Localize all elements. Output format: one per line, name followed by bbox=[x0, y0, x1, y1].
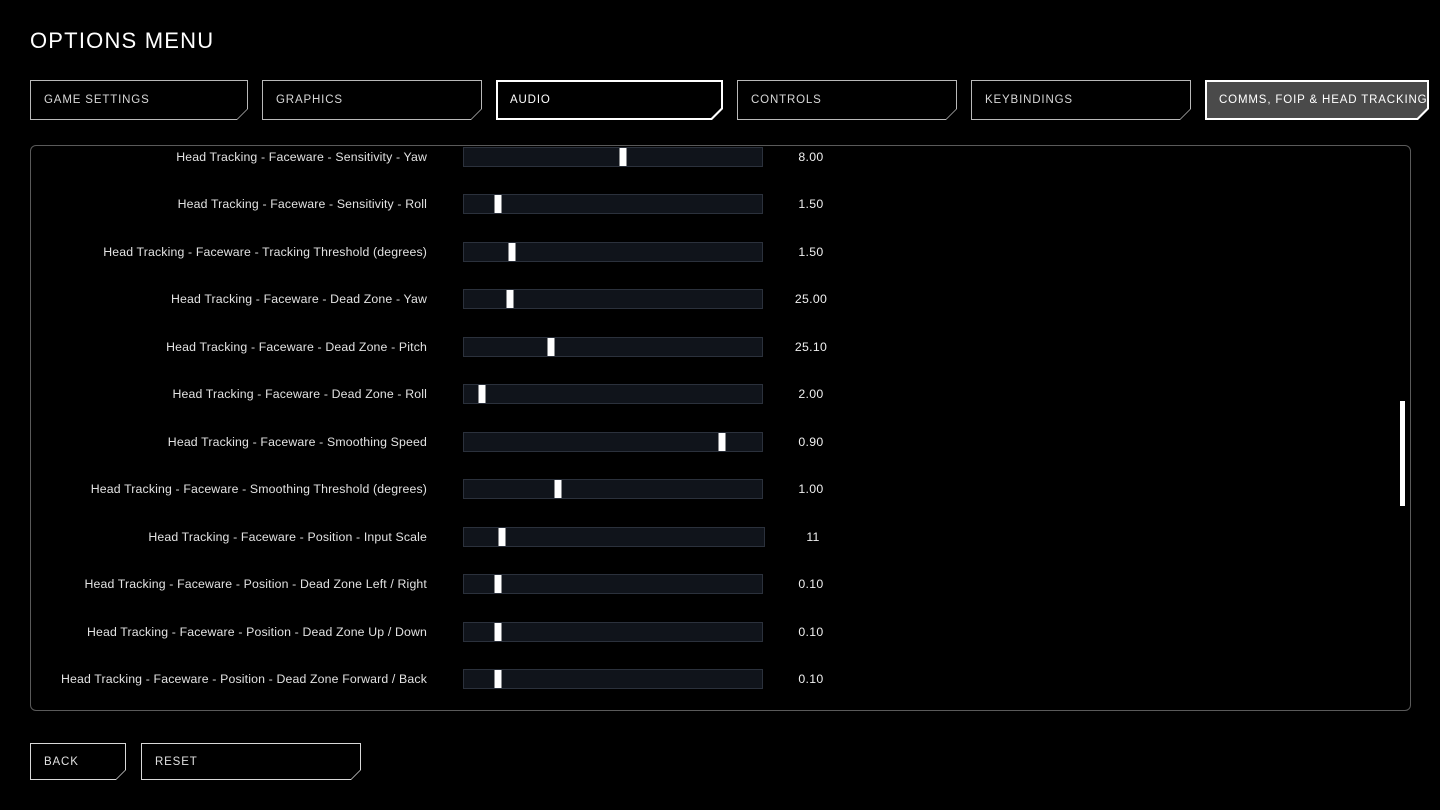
tab-audio[interactable]: AUDIO bbox=[496, 80, 723, 120]
tab-game-settings[interactable]: GAME SETTINGS bbox=[30, 80, 248, 120]
slider-control[interactable] bbox=[463, 336, 763, 357]
setting-value: 25.00 bbox=[794, 292, 828, 307]
slider-thumb[interactable] bbox=[494, 195, 502, 214]
button-label: RESET bbox=[155, 755, 198, 768]
tab-label: CONTROLS bbox=[751, 94, 822, 106]
slider-control[interactable] bbox=[463, 241, 763, 262]
setting-label: Head Tracking - Faceware - Sensitivity -… bbox=[176, 149, 427, 164]
slider-control[interactable] bbox=[463, 526, 765, 547]
back-button[interactable]: BACK bbox=[30, 743, 126, 780]
tab-label: AUDIO bbox=[510, 94, 551, 106]
slider-control[interactable] bbox=[463, 479, 763, 500]
tab-graphics[interactable]: GRAPHICS bbox=[262, 80, 482, 120]
slider-control[interactable] bbox=[463, 384, 763, 405]
setting-value: 0.10 bbox=[798, 577, 824, 592]
slider-control[interactable] bbox=[463, 574, 763, 595]
setting-value: 0.90 bbox=[798, 434, 824, 449]
setting-label: Head Tracking - Faceware - Dead Zone - P… bbox=[166, 339, 427, 354]
slider-track[interactable] bbox=[463, 431, 763, 452]
setting-row: Head Tracking - Faceware - Dead Zone - Y… bbox=[31, 276, 1410, 324]
slider-track[interactable] bbox=[463, 574, 763, 595]
setting-label: Head Tracking - Faceware - Smoothing Spe… bbox=[167, 434, 427, 449]
setting-row: Head Tracking - Faceware - Sensitivity -… bbox=[31, 146, 1410, 181]
tab-label: GAME SETTINGS bbox=[44, 94, 150, 106]
slider-track[interactable] bbox=[463, 384, 763, 405]
slider-track[interactable] bbox=[463, 669, 763, 690]
slider-control[interactable] bbox=[463, 289, 763, 310]
setting-row: Head Tracking - Faceware - Dead Zone - P… bbox=[31, 323, 1410, 371]
setting-label: Head Tracking - Faceware - Tracking Thre… bbox=[103, 244, 427, 259]
slider-track[interactable] bbox=[463, 194, 763, 215]
setting-value: 0.10 bbox=[798, 672, 824, 687]
setting-label: Head Tracking - Faceware - Position - De… bbox=[84, 577, 427, 592]
tab-label: COMMS, FOIP & HEAD TRACKING bbox=[1219, 94, 1428, 106]
setting-row: Head Tracking - Faceware - Smoothing Thr… bbox=[31, 466, 1410, 514]
slider-track[interactable] bbox=[463, 146, 763, 167]
setting-label: Head Tracking - Faceware - Smoothing Thr… bbox=[90, 482, 427, 497]
setting-value: 2.00 bbox=[798, 387, 824, 402]
setting-value: 11 bbox=[806, 529, 820, 544]
setting-value: 25.10 bbox=[794, 339, 828, 354]
setting-row: Head Tracking - Faceware - Position - De… bbox=[31, 561, 1410, 609]
tab-label: GRAPHICS bbox=[276, 94, 343, 106]
setting-label: Head Tracking - Faceware - Dead Zone - R… bbox=[172, 387, 427, 402]
slider-thumb[interactable] bbox=[547, 337, 555, 356]
slider-thumb[interactable] bbox=[554, 480, 562, 499]
slider-control[interactable] bbox=[463, 431, 763, 452]
setting-label: Head Tracking - Faceware - Dead Zone - Y… bbox=[171, 292, 427, 307]
setting-value: 1.50 bbox=[798, 197, 824, 212]
page-title: OPTIONS MENU bbox=[30, 28, 215, 53]
setting-label: Head Tracking - Faceware - Position - In… bbox=[148, 529, 427, 544]
slider-control[interactable] bbox=[463, 621, 763, 642]
reset-button[interactable]: RESET bbox=[141, 743, 361, 780]
slider-thumb[interactable] bbox=[498, 527, 505, 546]
setting-row: Head Tracking - Faceware - Smoothing Spe… bbox=[31, 418, 1410, 466]
tab-controls[interactable]: CONTROLS bbox=[737, 80, 957, 120]
slider-track[interactable] bbox=[463, 526, 765, 547]
setting-value: 1.00 bbox=[798, 482, 824, 497]
slider-track[interactable] bbox=[463, 479, 763, 500]
setting-value: 1.50 bbox=[798, 244, 824, 259]
settings-list: Head Tracking - Faceware - Sensitivity -… bbox=[31, 146, 1410, 704]
slider-track[interactable] bbox=[463, 241, 763, 262]
scrollbar-thumb[interactable] bbox=[1400, 401, 1405, 506]
tab-bar: GAME SETTINGS GRAPHICS AUDIO CONTROLS KEYBIN… bbox=[30, 80, 1440, 120]
slider-control[interactable] bbox=[463, 669, 763, 690]
button-label: BACK bbox=[44, 755, 79, 768]
tab-keybindings[interactable]: KEYBINDINGS bbox=[971, 80, 1191, 120]
setting-row: Head Tracking - Faceware - Position - In… bbox=[31, 513, 1410, 561]
slider-thumb[interactable] bbox=[494, 670, 502, 689]
slider-thumb[interactable] bbox=[494, 622, 502, 641]
footer-button-group: BACK RESET bbox=[30, 743, 376, 780]
setting-label: Head Tracking - Faceware - Position - De… bbox=[60, 672, 427, 687]
slider-track[interactable] bbox=[463, 289, 763, 310]
slider-control[interactable] bbox=[463, 194, 763, 215]
setting-value: 8.00 bbox=[798, 149, 824, 164]
slider-thumb[interactable] bbox=[718, 432, 726, 451]
tab-comms-foip-head-tracking[interactable]: COMMS, FOIP & HEAD TRACKING bbox=[1205, 80, 1429, 120]
slider-thumb[interactable] bbox=[619, 147, 627, 166]
slider-track[interactable] bbox=[463, 336, 763, 357]
tab-label: KEYBINDINGS bbox=[985, 94, 1073, 106]
slider-track[interactable] bbox=[463, 621, 763, 642]
setting-label: Head Tracking - Faceware - Position - De… bbox=[86, 624, 427, 639]
slider-control[interactable] bbox=[463, 146, 763, 167]
slider-thumb[interactable] bbox=[494, 575, 502, 594]
setting-row: Head Tracking - Faceware - Position - De… bbox=[31, 608, 1410, 656]
setting-value: 0.10 bbox=[798, 624, 824, 639]
setting-row: Head Tracking - Faceware - Sensitivity -… bbox=[31, 181, 1410, 229]
setting-row: Head Tracking - Faceware - Dead Zone - R… bbox=[31, 371, 1410, 419]
scrollbar-track[interactable] bbox=[1400, 150, 1405, 706]
slider-thumb[interactable] bbox=[506, 290, 514, 309]
setting-label: Head Tracking - Faceware - Sensitivity -… bbox=[177, 197, 427, 212]
setting-row: Head Tracking - Faceware - Tracking Thre… bbox=[31, 228, 1410, 276]
slider-thumb[interactable] bbox=[478, 385, 486, 404]
slider-thumb[interactable] bbox=[508, 242, 516, 261]
setting-row: Head Tracking - Faceware - Position - De… bbox=[31, 656, 1410, 704]
settings-panel: Head Tracking - Faceware - Sensitivity -… bbox=[30, 145, 1411, 711]
